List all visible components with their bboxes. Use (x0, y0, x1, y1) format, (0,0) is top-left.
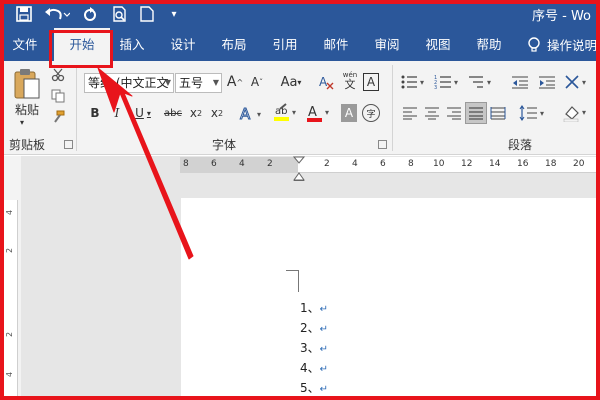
annotation-arrow (97, 67, 194, 260)
